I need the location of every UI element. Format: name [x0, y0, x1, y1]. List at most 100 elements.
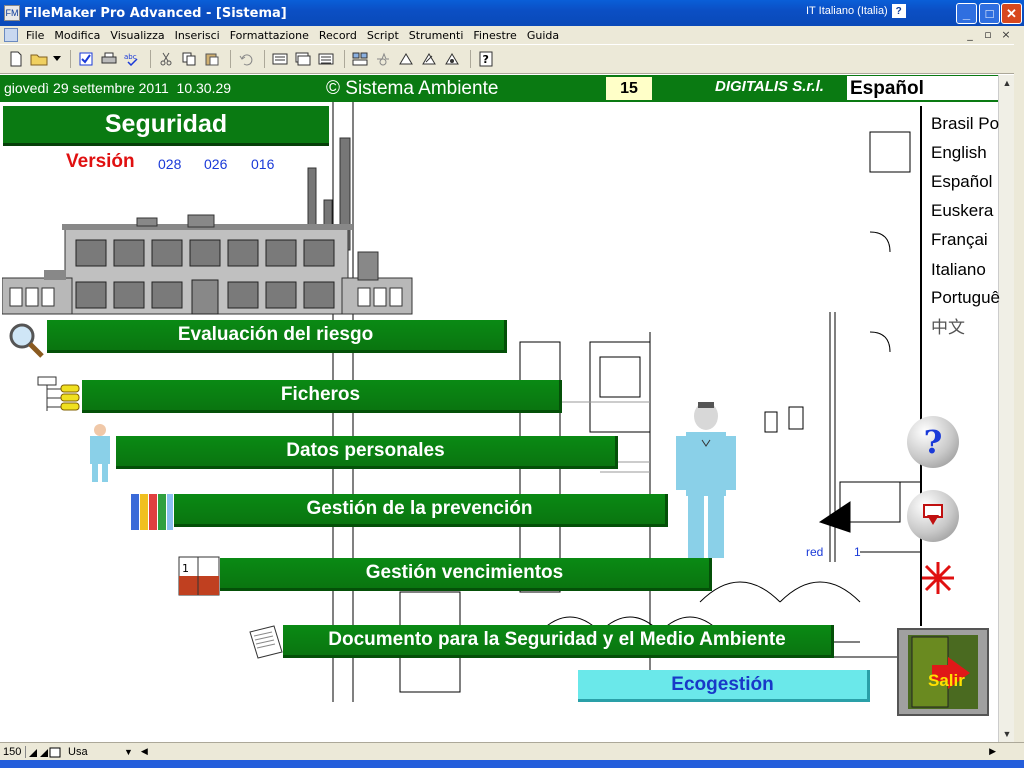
find-records-icon[interactable] [350, 49, 370, 69]
omit-record-icon[interactable] [419, 49, 439, 69]
menu-visualizza[interactable]: Visualizza [106, 29, 170, 42]
toolbar: abc ? [0, 44, 1024, 74]
open-folder-icon[interactable] [29, 49, 49, 69]
prevention-management-button[interactable]: Gestión de la prevención [174, 494, 668, 527]
toolbar-separator [70, 50, 71, 68]
toolbar-separator [230, 50, 231, 68]
red-label: red [806, 545, 824, 559]
menu-inserisci[interactable]: Inserisci [171, 29, 226, 42]
language-euskera[interactable]: Euskera [931, 201, 993, 221]
help-button[interactable]: ? [907, 416, 959, 468]
brand-name: DIGITALIS S.r.l. [715, 78, 824, 95]
red-star-icon[interactable] [920, 560, 956, 596]
undo-icon[interactable] [236, 49, 256, 69]
scroll-left-icon[interactable]: ◀ [141, 746, 148, 757]
close-button[interactable]: ✕ [1001, 3, 1022, 24]
expiry-management-button[interactable]: Gestión vencimientos [220, 558, 712, 591]
scroll-down-icon[interactable]: ▼ [999, 726, 1015, 742]
date-display: giovedì 29 settembre 2011 10.30.29 [4, 80, 231, 96]
filemaker-app-icon[interactable]: FM [4, 5, 20, 21]
checkbox-icon[interactable] [76, 49, 96, 69]
magnifier-icon [9, 323, 44, 358]
menu-file[interactable]: File [22, 29, 50, 42]
record-count-badge: 15 [606, 77, 652, 100]
new-record-icon[interactable] [270, 49, 290, 69]
new-file-icon[interactable] [6, 49, 26, 69]
language-indicator-label: IT Italiano (Italia) [806, 5, 888, 17]
menu-formattazione[interactable]: Formattazione [226, 29, 315, 42]
help-toolbar-icon[interactable]: ? [476, 49, 496, 69]
zoom-controls-icon[interactable] [28, 746, 62, 758]
window-title: FileMaker Pro Advanced - [Sistema] [24, 5, 287, 21]
window-title-bar[interactable]: FM FileMaker Pro Advanced - [Sistema] IT… [0, 0, 1024, 26]
window-right-border [1014, 44, 1024, 742]
menu-finestre[interactable]: Finestre [469, 29, 522, 42]
mdi-minimize-button[interactable]: _ [962, 28, 978, 41]
mode-dropdown-icon[interactable]: ▼ [124, 747, 133, 757]
calendar-icon: 1 [178, 556, 220, 596]
import-icon[interactable] [442, 49, 462, 69]
language-chinese[interactable]: 中文 [931, 313, 965, 338]
language-brasil[interactable]: Brasil Po [931, 114, 999, 134]
eco-management-button[interactable]: Ecogestión [578, 670, 870, 702]
document-icon[interactable] [4, 28, 18, 42]
paste-icon[interactable] [202, 49, 222, 69]
taskbar [0, 760, 1024, 768]
factory-illustration [2, 137, 413, 315]
language-francais[interactable]: Françai [931, 230, 988, 250]
download-arrow-icon [923, 504, 943, 525]
toolbar-separator [150, 50, 151, 68]
language-italiano[interactable]: Italiano [931, 260, 986, 280]
language-portugues[interactable]: Portuguê [931, 288, 1000, 308]
zoom-level[interactable]: 150 [0, 745, 26, 758]
copy-icon[interactable] [179, 49, 199, 69]
delete-record-icon[interactable] [316, 49, 336, 69]
safety-environment-document-button[interactable]: Documento para la Seguridad y el Medio A… [283, 625, 834, 658]
scroll-up-icon[interactable]: ▲ [999, 75, 1015, 91]
exit-button[interactable]: Salir [897, 628, 989, 716]
toolbar-separator [264, 50, 265, 68]
risk-assessment-button[interactable]: Evaluación del riesgo [47, 320, 507, 353]
files-button[interactable]: Ficheros [82, 380, 562, 413]
menu-guida[interactable]: Guida [523, 29, 565, 42]
menu-record[interactable]: Record [315, 29, 363, 42]
language-english[interactable]: English [931, 143, 987, 163]
language-list: Brasil Po English Español Euskera França… [920, 106, 1000, 626]
download-button[interactable] [907, 490, 959, 542]
show-all-icon[interactable] [396, 49, 416, 69]
language-indicator[interactable]: IT Italiano (Italia) ? [806, 4, 906, 18]
language-espanol[interactable]: Español [931, 172, 992, 192]
menu-bar: File Modifica Visualizza Inserisci Forma… [0, 26, 1024, 44]
maximize-button[interactable]: □ [979, 3, 1000, 24]
vertical-scrollbar[interactable]: ▲ ▼ [998, 75, 1014, 742]
status-bar: 150 Usa ▼ ◀ ▶ [0, 742, 1024, 760]
menu-modifica[interactable]: Modifica [50, 29, 106, 42]
svg-text:1: 1 [182, 562, 189, 575]
cut-icon[interactable] [156, 49, 176, 69]
spellcheck-icon[interactable]: abc [122, 49, 142, 69]
exit-door-icon: Salir [908, 635, 978, 709]
mdi-restore-button[interactable]: ▫ [980, 28, 996, 41]
toolbar-separator [470, 50, 471, 68]
menu-script[interactable]: Script [363, 29, 405, 42]
print-icon[interactable] [99, 49, 119, 69]
help-icon[interactable]: ? [891, 4, 906, 18]
worker-icon [90, 424, 110, 482]
toolbar-separator [344, 50, 345, 68]
minimize-button[interactable]: _ [956, 3, 977, 24]
mode-select[interactable]: Usa [64, 746, 124, 758]
sort-icon[interactable] [373, 49, 393, 69]
count-label: 1 [854, 545, 861, 559]
files-tree-icon [37, 376, 80, 411]
svg-text:abc: abc [124, 53, 137, 61]
personal-data-button[interactable]: Datos personales [116, 436, 618, 469]
scroll-right-icon[interactable]: ▶ [989, 746, 996, 757]
company-name: © Sistema Ambiente [326, 78, 499, 99]
menu-strumenti[interactable]: Strumenti [405, 29, 470, 42]
current-language-field[interactable]: Español [847, 76, 998, 101]
open-dropdown-icon[interactable] [52, 49, 62, 69]
exit-label: Salir [928, 671, 965, 690]
mdi-close-button[interactable]: × [998, 28, 1014, 41]
question-mark-icon: ? [923, 423, 943, 461]
duplicate-record-icon[interactable] [293, 49, 313, 69]
